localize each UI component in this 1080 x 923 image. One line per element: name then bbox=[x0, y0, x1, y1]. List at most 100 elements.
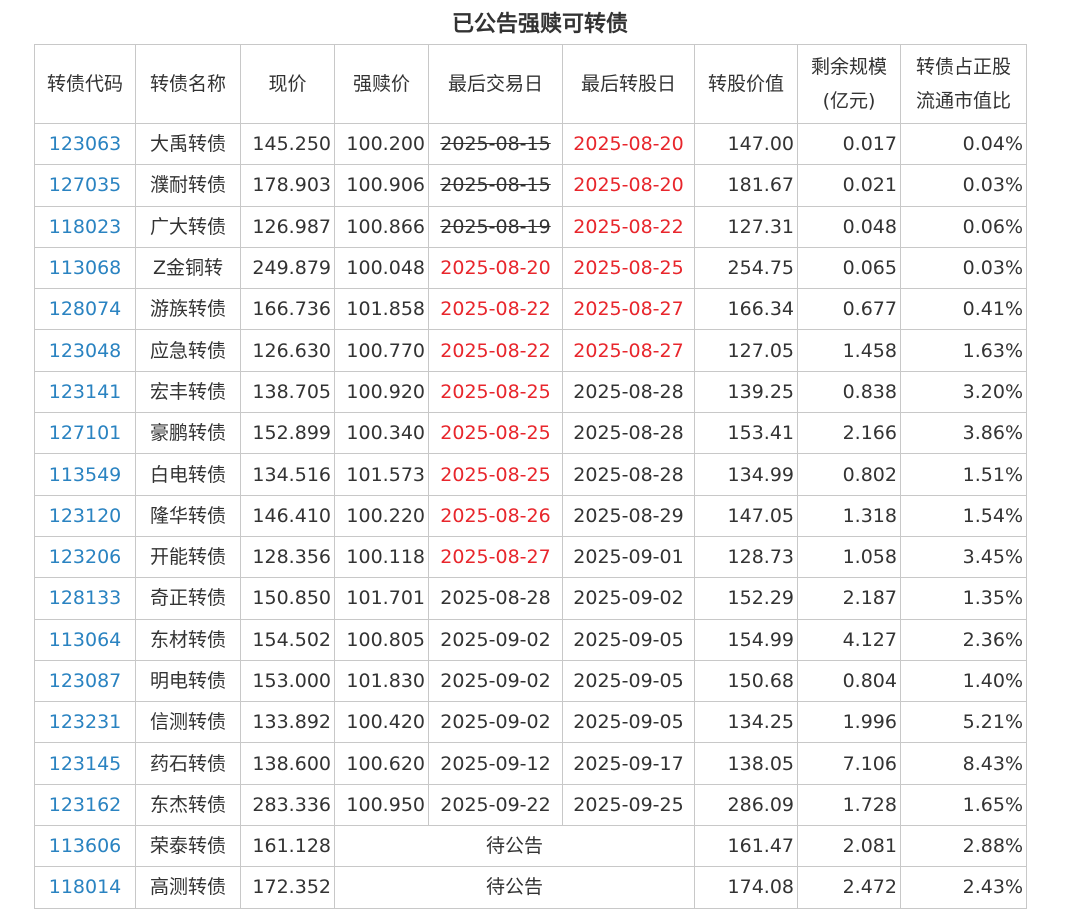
bond-name-cell: 东杰转债 bbox=[135, 783, 241, 827]
header-code-label: 转债代码 bbox=[46, 73, 123, 95]
header-redeem-price-label: 强赎价 bbox=[352, 73, 410, 95]
last-conversion-date-cell: 2025-08-20 bbox=[562, 122, 695, 166]
bond-code-cell: 123162 bbox=[34, 783, 136, 827]
remaining-size-cell: 0.048 bbox=[797, 205, 901, 248]
float-cap-ratio-cell: 3.45% bbox=[900, 535, 1027, 579]
bond-code-cell: 113606 bbox=[34, 825, 136, 868]
last-trade-date-cell: 2025-08-26 bbox=[428, 494, 563, 537]
float-cap-ratio-cell: 1.51% bbox=[900, 453, 1027, 496]
redeem-price-cell: 100.220 bbox=[334, 494, 429, 537]
last-conversion-date-cell: 2025-08-28 bbox=[562, 453, 695, 496]
table-row: 113549 白电转债 134.516 101.573 2025-08-25 2025-0… bbox=[34, 453, 1027, 496]
last-conversion-date-cell: 2025-09-25 bbox=[562, 783, 695, 827]
conversion-value-cell: 161.47 bbox=[694, 825, 798, 868]
page-title: 已公告强赎可转债 bbox=[451, 12, 628, 37]
table-row: 118014 高测转债 172.352 待公告 174.08 2.472 2.43% bbox=[34, 866, 1027, 909]
table-row: 113064 东材转债 154.502 100.805 2025-09-02 2025-0… bbox=[34, 618, 1027, 661]
bond-code-link[interactable]: 123145 bbox=[49, 753, 122, 775]
last-conversion-date-cell: 2025-08-29 bbox=[562, 494, 695, 537]
float-cap-ratio-cell: 3.86% bbox=[900, 412, 1027, 455]
current-price-cell: 178.903 bbox=[240, 164, 335, 207]
bond-code-link[interactable]: 113068 bbox=[49, 257, 122, 279]
last-conversion-date-cell: 2025-09-17 bbox=[562, 742, 695, 785]
table-row: 123087 明电转债 153.000 101.830 2025-09-02 2025-0… bbox=[34, 659, 1027, 703]
bond-code-link[interactable]: 127101 bbox=[49, 422, 122, 444]
remaining-size-cell: 1.728 bbox=[797, 783, 901, 827]
remaining-size-cell: 0.677 bbox=[797, 288, 901, 331]
table-row: 123231 信测转债 133.892 100.420 2025-09-02 2025-0… bbox=[34, 701, 1027, 744]
bond-code-cell: 118014 bbox=[34, 866, 136, 909]
last-trade-date-cell: 2025-08-15 bbox=[428, 122, 563, 166]
bond-code-link[interactable]: 113606 bbox=[49, 835, 122, 857]
last-conversion-date-cell: 2025-09-05 bbox=[562, 659, 695, 703]
bond-code-link[interactable]: 127035 bbox=[49, 174, 122, 196]
current-price-cell: 154.502 bbox=[240, 618, 335, 661]
bond-code-link[interactable]: 123141 bbox=[49, 381, 122, 403]
last-trade-date-cell: 2025-08-25 bbox=[428, 453, 563, 496]
remaining-size-cell: 7.106 bbox=[797, 742, 901, 785]
bond-name-cell: 白电转债 bbox=[135, 453, 241, 496]
table-row: 127035 濮耐转债 178.903 100.906 2025-08-15 2025-0… bbox=[34, 164, 1027, 207]
bond-name-cell: 开能转债 bbox=[135, 535, 241, 579]
last-conversion-date-cell: 2025-08-28 bbox=[562, 370, 695, 414]
header-last-conversion-date-label: 最后转股日 bbox=[580, 73, 676, 95]
bond-code-cell: 123231 bbox=[34, 701, 136, 744]
header-price: 现价 bbox=[240, 44, 335, 124]
bond-code-link[interactable]: 123087 bbox=[49, 670, 122, 692]
header-remaining-size: 剩余规模 (亿元) bbox=[797, 44, 901, 124]
bond-code-link[interactable]: 123063 bbox=[49, 133, 122, 155]
table-row: 123162 东杰转债 283.336 100.950 2025-09-22 2025-0… bbox=[34, 783, 1027, 827]
conversion-value-cell: 127.05 bbox=[694, 329, 798, 372]
bond-name-cell: 信测转债 bbox=[135, 701, 241, 744]
pending-announcement-cell: 待公告 bbox=[334, 866, 695, 909]
last-conversion-date-cell: 2025-08-27 bbox=[562, 288, 695, 331]
bond-code-cell: 123145 bbox=[34, 742, 136, 785]
bond-code-cell: 127101 bbox=[34, 412, 136, 455]
conversion-value-cell: 139.25 bbox=[694, 370, 798, 414]
conversion-value-cell: 138.05 bbox=[694, 742, 798, 785]
bond-code-link[interactable]: 123162 bbox=[49, 794, 122, 816]
float-cap-ratio-cell: 3.20% bbox=[900, 370, 1027, 414]
last-trade-date-cell: 2025-09-02 bbox=[428, 659, 563, 703]
bond-code-cell: 118023 bbox=[34, 205, 136, 248]
header-conversion-value: 转股价值 bbox=[694, 44, 798, 124]
float-cap-ratio-cell: 1.35% bbox=[900, 577, 1027, 620]
bond-code-link[interactable]: 118023 bbox=[49, 216, 122, 238]
current-price-cell: 150.850 bbox=[240, 577, 335, 620]
bond-code-link[interactable]: 123206 bbox=[49, 546, 122, 568]
remaining-size-cell: 1.058 bbox=[797, 535, 901, 579]
current-price-cell: 126.987 bbox=[240, 205, 335, 248]
pending-announcement-cell: 待公告 bbox=[334, 825, 695, 868]
last-trade-date-cell: 2025-08-28 bbox=[428, 577, 563, 620]
redeem-price-cell: 100.200 bbox=[334, 122, 429, 166]
bond-code-link[interactable]: 128133 bbox=[49, 587, 122, 609]
bond-code-link[interactable]: 118014 bbox=[49, 876, 122, 898]
bond-code-link[interactable]: 123231 bbox=[49, 711, 122, 733]
bond-code-cell: 113064 bbox=[34, 618, 136, 661]
header-ratio: 转债占正股 流通市值比 bbox=[900, 44, 1027, 124]
last-conversion-date-cell: 2025-09-05 bbox=[562, 618, 695, 661]
bond-code-link[interactable]: 123048 bbox=[49, 340, 122, 362]
redeem-price-cell: 101.573 bbox=[334, 453, 429, 496]
float-cap-ratio-cell: 0.04% bbox=[900, 122, 1027, 166]
bond-name-cell: 高测转债 bbox=[135, 866, 241, 909]
bond-code-link[interactable]: 123120 bbox=[49, 505, 122, 527]
current-price-cell: 128.356 bbox=[240, 535, 335, 579]
float-cap-ratio-cell: 1.40% bbox=[900, 659, 1027, 703]
bond-code-cell: 127035 bbox=[34, 164, 136, 207]
bond-code-link[interactable]: 128074 bbox=[49, 298, 122, 320]
redeem-price-cell: 100.340 bbox=[334, 412, 429, 455]
bond-name-cell: 广大转债 bbox=[135, 205, 241, 248]
header-remaining-size-label: 剩余规模 bbox=[810, 56, 887, 78]
header-conversion-value-label: 转股价值 bbox=[707, 73, 784, 95]
current-price-cell: 161.128 bbox=[240, 825, 335, 868]
redeem-price-cell: 100.920 bbox=[334, 370, 429, 414]
conversion-value-cell: 166.34 bbox=[694, 288, 798, 331]
header-ratio-label: 流通市值比 bbox=[915, 90, 1011, 112]
bond-code-link[interactable]: 113549 bbox=[49, 464, 122, 486]
last-trade-date-cell: 2025-08-27 bbox=[428, 535, 563, 579]
bond-code-link[interactable]: 113064 bbox=[49, 629, 122, 651]
current-price-cell: 152.899 bbox=[240, 412, 335, 455]
remaining-size-cell: 1.996 bbox=[797, 701, 901, 744]
redeem-price-cell: 100.950 bbox=[334, 783, 429, 827]
